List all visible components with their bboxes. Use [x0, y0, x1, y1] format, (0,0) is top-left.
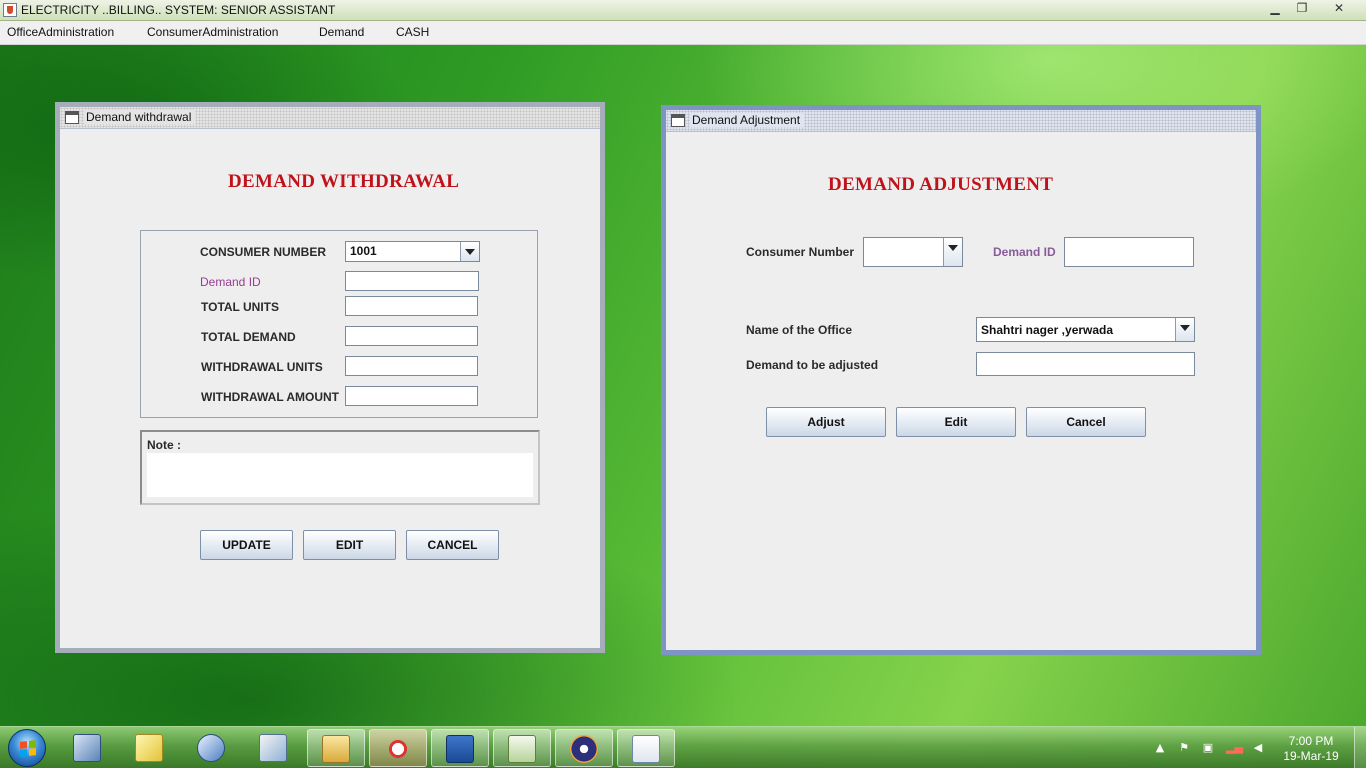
total-demand-label: TOTAL DEMAND	[201, 330, 296, 344]
eclipse-icon	[570, 735, 598, 763]
windows-logo-icon	[20, 740, 36, 757]
folder-notes-icon	[135, 734, 163, 762]
menu-cash[interactable]: CASH	[396, 25, 429, 39]
note-box: Note :	[140, 430, 540, 505]
close-icon[interactable]: ✕	[1326, 1, 1352, 17]
snipping-tool-icon	[384, 735, 412, 763]
taskbar-file-manager[interactable]	[307, 729, 365, 767]
taskbar-network[interactable]	[183, 729, 241, 767]
java-icon	[632, 735, 660, 763]
menu-demand[interactable]: Demand	[319, 25, 364, 39]
system-clock[interactable]: 7:00 PM 19-Mar-19	[1279, 734, 1343, 764]
withdrawal-amount-field[interactable]	[345, 386, 478, 406]
cancel-button[interactable]: CANCEL	[406, 530, 499, 560]
update-button[interactable]: UPDATE	[200, 530, 293, 560]
taskbar-control-panel[interactable]	[245, 729, 303, 767]
edit-button[interactable]: Edit	[896, 407, 1016, 437]
total-units-label: TOTAL UNITS	[201, 300, 279, 314]
total-demand-field[interactable]	[345, 326, 478, 346]
taskbar-snipping-tool[interactable]	[369, 729, 427, 767]
office-name-combo[interactable]: Shahtri nager ,yerwada	[976, 317, 1195, 342]
adjustment-heading: DEMAND ADJUSTMENT	[828, 174, 1054, 195]
file-manager-icon	[322, 735, 350, 763]
clock-date: 19-Mar-19	[1283, 749, 1339, 763]
taskbar: ▲ ⚑ ▣ ▂▄ ◀ 7:00 PM 19-Mar-19	[0, 726, 1366, 768]
withdrawal-amount-label: WITHDRAWAL AMOUNT	[201, 390, 339, 404]
start-button[interactable]	[8, 729, 46, 767]
chevron-down-icon[interactable]	[1175, 318, 1194, 341]
frame-title-bar[interactable]: Demand withdrawal	[60, 107, 600, 129]
computer-icon	[73, 734, 101, 762]
chevron-down-icon[interactable]	[943, 238, 962, 266]
demand-adjustment-frame: Demand Adjustment DEMAND ADJUSTMENT Cons…	[661, 105, 1261, 655]
show-desktop-button[interactable]	[1354, 727, 1366, 768]
consumer-number-label: Consumer Number	[746, 245, 855, 259]
total-units-field[interactable]	[345, 296, 478, 316]
demand-withdrawal-frame: Demand withdrawal DEMAND WITHDRAWAL CONS…	[55, 102, 605, 653]
menu-consumer-administration[interactable]: ConsumerAdministration	[147, 25, 278, 39]
consumer-number-combo[interactable]	[863, 237, 963, 267]
taskbar-computer[interactable]	[59, 729, 117, 767]
adjust-button[interactable]: Adjust	[766, 407, 886, 437]
taskbar-java[interactable]	[617, 729, 675, 767]
withdrawal-heading: DEMAND WITHDRAWAL	[228, 171, 460, 192]
network-signal-icon[interactable]: ▂▄	[1226, 741, 1243, 755]
note-label: Note :	[147, 438, 181, 452]
consumer-number-combo[interactable]: 1001	[345, 241, 480, 262]
taskbar-folder-notes[interactable]	[121, 729, 179, 767]
cancel-button[interactable]: Cancel	[1026, 407, 1146, 437]
control-panel-icon	[259, 734, 287, 762]
app-title-bar: ELECTRICITY ..BILLING.. SYSTEM: SENIOR A…	[0, 0, 1366, 21]
frame-window-icon	[671, 114, 685, 127]
demand-id-field[interactable]	[1064, 237, 1194, 267]
withdrawal-units-label: WITHDRAWAL UNITS	[201, 360, 323, 374]
app-title: ELECTRICITY ..BILLING.. SYSTEM: SENIOR A…	[21, 3, 336, 17]
demand-adjusted-field[interactable]	[976, 352, 1195, 376]
edit-button[interactable]: EDIT	[303, 530, 396, 560]
taskbar-word[interactable]	[431, 729, 489, 767]
demand-id-label: Demand ID	[200, 275, 261, 289]
note-textarea[interactable]	[147, 453, 533, 497]
office-name-label: Name of the Office	[746, 323, 853, 337]
action-center-flag-icon[interactable]: ⚑	[1177, 741, 1191, 755]
chevron-down-icon[interactable]	[460, 242, 479, 261]
frame-title: Demand Adjustment	[690, 113, 805, 127]
consumer-number-value: 1001	[350, 244, 377, 258]
minimize-icon[interactable]: ▁	[1262, 1, 1288, 17]
demand-id-label: Demand ID	[993, 245, 1056, 259]
java-app-icon	[3, 3, 17, 17]
office-name-value: Shahtri nager ,yerwada	[981, 323, 1114, 337]
menu-bar: OfficeAdministration ConsumerAdministrat…	[0, 21, 1366, 45]
demand-adjusted-label: Demand to be adjusted	[746, 358, 879, 372]
taskbar-eclipse[interactable]	[555, 729, 613, 767]
device-icon[interactable]: ▣	[1201, 741, 1215, 755]
word-icon	[446, 735, 474, 763]
network-icon	[197, 734, 225, 762]
demand-id-field[interactable]	[345, 271, 479, 291]
frame-window-icon	[65, 111, 79, 124]
editor-icon	[508, 735, 536, 763]
volume-icon[interactable]: ◀	[1251, 741, 1265, 755]
menu-office-administration[interactable]: OfficeAdministration	[7, 25, 114, 39]
frame-title-bar[interactable]: Demand Adjustment	[666, 110, 1256, 132]
show-hidden-icon[interactable]: ▲	[1153, 741, 1167, 755]
taskbar-editor[interactable]	[493, 729, 551, 767]
frame-title: Demand withdrawal	[84, 110, 196, 124]
consumer-number-label: CONSUMER NUMBER	[200, 245, 326, 259]
clock-time: 7:00 PM	[1288, 734, 1334, 748]
restore-icon[interactable]: ❐	[1289, 1, 1315, 17]
withdrawal-units-field[interactable]	[345, 356, 478, 376]
